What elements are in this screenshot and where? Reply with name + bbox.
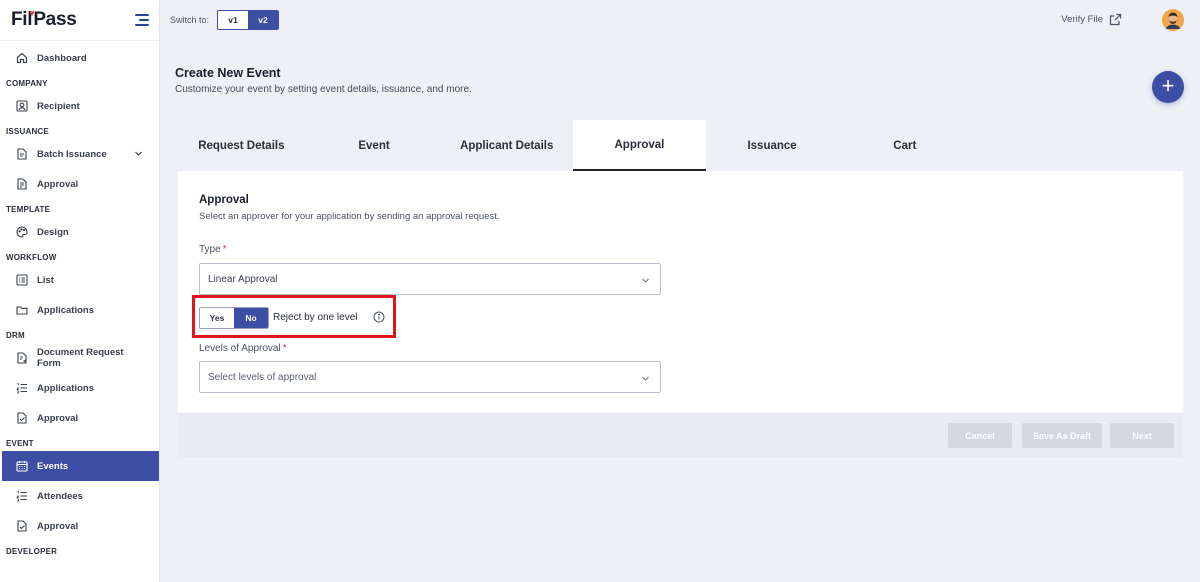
version-toggle: v1 v2 <box>217 10 280 30</box>
sidebar-item-events[interactable]: Events <box>2 451 159 481</box>
user-avatar[interactable] <box>1162 9 1184 31</box>
tab-event[interactable]: Event <box>308 120 441 171</box>
numbered-list-icon <box>16 490 28 502</box>
section-title-event: EVENT <box>6 439 34 448</box>
sidebar-item-event-approval[interactable]: Approval <box>0 511 159 541</box>
info-icon[interactable] <box>373 311 385 323</box>
chevron-down-icon[interactable] <box>134 149 143 161</box>
document-check-icon <box>16 412 28 424</box>
type-label-text: Type <box>199 244 221 255</box>
sidebar-item-label: Batch Issuance <box>37 148 107 160</box>
sidebar-item-document-request-form[interactable]: Document Request Form <box>0 343 159 373</box>
sidebar-item-issuance-approval[interactable]: Approval <box>0 169 159 199</box>
levels-label: Levels of Approval * <box>199 343 287 354</box>
reject-by-one-level-toggle: Yes No <box>199 307 269 329</box>
sidebar-item-batch-issuance[interactable]: Batch Issuance <box>0 139 159 169</box>
tab-cart[interactable]: Cart <box>838 120 971 171</box>
required-mark: * <box>222 244 227 255</box>
version-v1-button[interactable]: v1 <box>218 11 249 29</box>
filpass-logo[interactable]: Fil ♥ Pass <box>11 8 77 31</box>
sidebar-item-label: Dashboard <box>37 52 87 64</box>
document-check-icon <box>16 520 28 532</box>
home-icon <box>16 52 28 64</box>
approval-form-card: Approval Select an approver for your app… <box>178 171 1183 413</box>
sidebar-item-workflow-applications[interactable]: Applications <box>0 295 159 325</box>
sidebar-item-dashboard[interactable]: Dashboard <box>0 43 159 73</box>
cancel-button[interactable]: Cancel <box>948 423 1012 448</box>
sidebar-item-drm-applications[interactable]: Applications <box>0 373 159 403</box>
numbered-list-icon <box>16 382 28 394</box>
document-add-icon <box>16 148 28 160</box>
type-select-value: Linear Approval <box>208 273 278 285</box>
type-select[interactable]: Linear Approval <box>199 263 661 295</box>
verify-file-label: Verify File <box>1061 14 1103 25</box>
switch-label: Switch to: <box>170 15 210 25</box>
add-button[interactable]: + <box>1152 71 1184 103</box>
section-title-developer: DEVELOPER <box>6 547 58 556</box>
sidebar-item-label: Applications <box>37 304 95 316</box>
menu-collapse-icon[interactable] <box>133 13 149 27</box>
person-card-icon <box>16 100 28 112</box>
sidebar-item-label: List <box>37 274 54 286</box>
sidebar-item-label: Recipient <box>37 100 80 112</box>
sidebar-item-label: Applications <box>37 382 95 394</box>
save-as-draft-button[interactable]: Save As Draft <box>1022 423 1102 448</box>
type-label: Type * <box>199 244 227 255</box>
topbar: Switch to: v1 v2 Verify File <box>160 0 1200 40</box>
section-title-workflow: WORKFLOW <box>6 253 57 262</box>
sidebar: Fil ♥ Pass Dashboard COMPANY Recipient ISS… <box>0 0 160 582</box>
calendar-icon <box>16 460 28 472</box>
palette-icon <box>16 226 28 238</box>
levels-label-text: Levels of Approval <box>199 343 281 354</box>
form-subtitle: Select an approver for your application … <box>199 211 500 222</box>
sidebar-item-label: Attendees <box>37 490 83 502</box>
section-title-template: TEMPLATE <box>6 205 51 214</box>
tab-applicant-details[interactable]: Applicant Details <box>440 120 573 171</box>
sidebar-item-label: Events <box>37 460 69 472</box>
sidebar-item-recipient[interactable]: Recipient <box>0 91 159 121</box>
sidebar-header: Fil ♥ Pass <box>0 0 159 40</box>
required-mark: * <box>282 343 287 354</box>
sidebar-item-label: Approval <box>37 178 79 190</box>
step-tabs: Request Details Event Applicant Details … <box>175 120 971 172</box>
verify-file-link[interactable]: Verify File <box>1061 13 1122 26</box>
chevron-down-icon <box>642 278 649 283</box>
levels-select[interactable]: Select levels of approval <box>199 361 661 393</box>
page-subtitle: Customize your event by setting event de… <box>175 84 472 95</box>
next-button[interactable]: Next <box>1110 423 1174 448</box>
sidebar-item-list[interactable]: List <box>0 265 159 295</box>
no-button[interactable]: No <box>234 308 268 328</box>
list-box-icon <box>16 274 28 286</box>
sidebar-item-drm-approval[interactable]: Approval <box>0 403 159 433</box>
section-title-drm: DRM <box>6 331 25 340</box>
version-v2-button[interactable]: v2 <box>248 11 279 29</box>
sidebar-item-label: Approval <box>37 520 79 532</box>
sidebar-item-design[interactable]: Design <box>0 217 159 247</box>
sidebar-item-label: Document Request Form <box>37 347 124 369</box>
sidebar-item-attendees[interactable]: Attendees <box>0 481 159 511</box>
levels-select-placeholder: Select levels of approval <box>208 371 317 383</box>
tab-request-details[interactable]: Request Details <box>175 120 308 171</box>
chevron-down-icon <box>642 376 649 381</box>
tab-issuance[interactable]: Issuance <box>706 120 839 171</box>
form-footer: Cancel Save As Draft Next <box>178 413 1183 457</box>
section-title-company: COMPANY <box>6 79 48 88</box>
section-title-issuance: ISSUANCE <box>6 127 49 136</box>
sidebar-item-label: Approval <box>37 412 79 424</box>
heart-icon: ♥ <box>29 8 35 18</box>
external-link-icon <box>1109 13 1122 26</box>
tab-approval[interactable]: Approval <box>573 120 706 171</box>
document-form-icon <box>16 352 28 364</box>
folder-icon <box>16 304 28 316</box>
sidebar-item-label: Design <box>37 226 69 238</box>
form-title: Approval <box>199 194 249 206</box>
plus-icon: + <box>1161 73 1175 98</box>
page-title: Create New Event <box>175 66 281 80</box>
document-check-icon <box>16 178 28 190</box>
reject-by-one-level-label: Reject by one level <box>273 312 358 323</box>
yes-button[interactable]: Yes <box>200 308 234 328</box>
